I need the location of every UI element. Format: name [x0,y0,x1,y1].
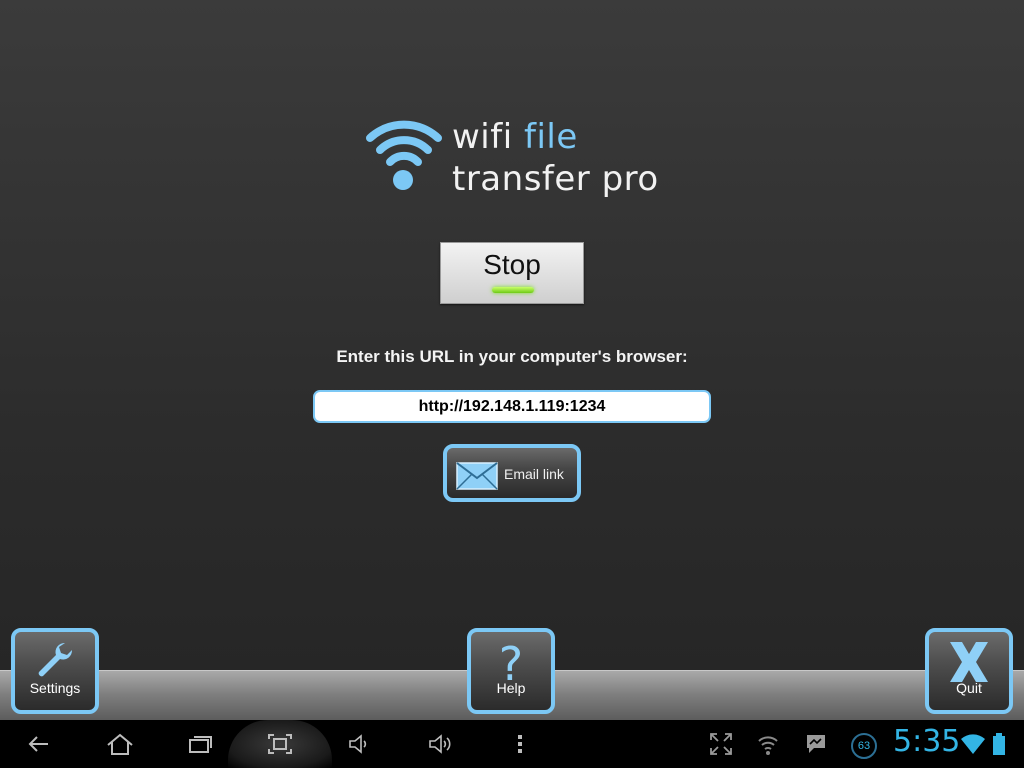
envelope-icon [456,462,498,490]
quit-button[interactable]: Quit [925,628,1013,714]
notification-badge[interactable]: 63 [851,733,877,759]
messenger-icon [807,735,825,753]
svg-text:?: ? [499,640,523,684]
settings-button[interactable]: Settings [11,628,99,714]
battery-icon [993,733,1005,755]
settings-label: Settings [29,680,81,696]
email-link-label: Email link [504,466,564,482]
app-title-line2: transfer pro [452,159,659,199]
wifi-icon [366,120,442,190]
quit-label: Quit [956,680,982,696]
server-url-field[interactable]: http://192.148.1.119:1234 [313,390,711,423]
wrench-icon [38,642,73,677]
question-icon: ? [499,640,523,684]
app-title: wifi file transfer pro [452,116,659,200]
back-icon[interactable] [26,732,50,756]
help-button[interactable]: ? Help [467,628,555,714]
volume-down-icon[interactable] [347,732,371,756]
menu-icon[interactable] [515,732,525,756]
email-link-button[interactable]: Email link [443,444,581,502]
home-icon[interactable] [106,732,134,756]
clock: 5:35 [893,724,961,759]
volume-up-icon[interactable] [427,732,453,756]
app-title-file: file [523,117,578,157]
server-status-light [492,287,534,293]
app-title-wifi: wifi [452,117,513,157]
stop-server-button[interactable]: Stop [440,242,584,304]
help-label: Help [496,680,526,696]
x-icon [950,642,988,682]
wifi-signal-icon [961,734,985,754]
fullscreen-icon[interactable] [709,732,733,756]
url-instruction: Enter this URL in your computer's browse… [336,347,688,366]
screenshot-icon[interactable] [267,732,293,756]
recent-apps-icon[interactable] [187,732,213,756]
stop-button-label: Stop [483,249,541,280]
wifi-status-icon [758,736,778,755]
app-logo: wifi file transfer pro [366,116,686,206]
